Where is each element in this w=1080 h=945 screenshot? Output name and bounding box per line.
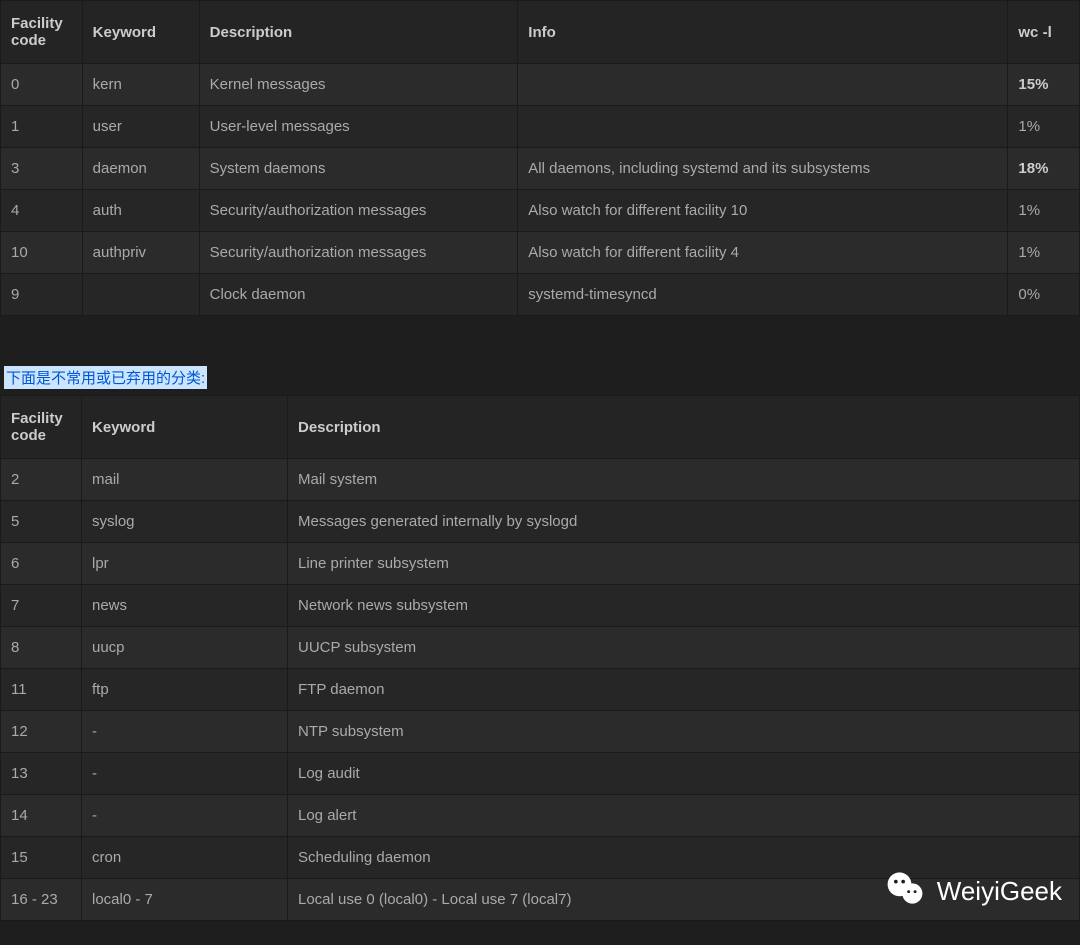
table-row: 2mailMail system — [1, 459, 1079, 500]
cell-description: Network news subsystem — [288, 585, 1079, 626]
table-row: 14-Log alert — [1, 795, 1079, 836]
table-row: 13-Log audit — [1, 753, 1079, 794]
cell-keyword: daemon — [83, 148, 199, 189]
header-description: Description — [200, 1, 518, 63]
cell-code: 1 — [1, 106, 82, 147]
cell-keyword: - — [82, 711, 287, 752]
cell-description: UUCP subsystem — [288, 627, 1079, 668]
cell-keyword: syslog — [82, 501, 287, 542]
table-row: 1userUser-level messages 1% — [1, 106, 1079, 147]
cell-keyword: uucp — [82, 627, 287, 668]
header-keyword: Keyword — [82, 396, 287, 458]
cell-description: Local use 0 (local0) - Local use 7 (loca… — [288, 879, 1079, 920]
cell-code: 12 — [1, 711, 81, 752]
cell-keyword: lpr — [82, 543, 287, 584]
header-description: Description — [288, 396, 1079, 458]
table-header-row: Facility code Keyword Description — [1, 396, 1079, 458]
table-row: 6lprLine printer subsystem — [1, 543, 1079, 584]
deprecated-section-label: 下面是不常用或已弃用的分类: — [4, 366, 207, 389]
cell-description: System daemons — [200, 148, 518, 189]
cell-info: Also watch for different facility 4 — [518, 232, 1007, 273]
cell-description: Scheduling daemon — [288, 837, 1079, 878]
table-row: 0kernKernel messages 15% — [1, 64, 1079, 105]
cell-code: 16 - 23 — [1, 879, 81, 920]
cell-code: 0 — [1, 64, 82, 105]
cell-code: 4 — [1, 190, 82, 231]
cell-code: 7 — [1, 585, 81, 626]
cell-code: 11 — [1, 669, 81, 710]
cell-keyword: ftp — [82, 669, 287, 710]
cell-info: systemd-timesyncd — [518, 274, 1007, 315]
cell-keyword: auth — [83, 190, 199, 231]
cell-keyword: - — [82, 795, 287, 836]
table-row: 16 - 23local0 - 7Local use 0 (local0) - … — [1, 879, 1079, 920]
facility-table-deprecated: Facility code Keyword Description 2mailM… — [0, 395, 1080, 921]
table-row: 4authSecurity/authorization messagesAlso… — [1, 190, 1079, 231]
cell-description: Line printer subsystem — [288, 543, 1079, 584]
cell-wc: 15% — [1008, 64, 1079, 105]
cell-keyword: kern — [83, 64, 199, 105]
cell-info — [518, 106, 1007, 147]
table-row: 8uucpUUCP subsystem — [1, 627, 1079, 668]
cell-code: 3 — [1, 148, 82, 189]
cell-description: NTP subsystem — [288, 711, 1079, 752]
cell-info: All daemons, including systemd and its s… — [518, 148, 1007, 189]
cell-info: Also watch for different facility 10 — [518, 190, 1007, 231]
cell-description: FTP daemon — [288, 669, 1079, 710]
cell-keyword: news — [82, 585, 287, 626]
cell-keyword — [83, 274, 199, 315]
cell-code: 2 — [1, 459, 81, 500]
table-row: 11ftpFTP daemon — [1, 669, 1079, 710]
cell-description: Security/authorization messages — [200, 232, 518, 273]
cell-wc: 1% — [1008, 190, 1079, 231]
cell-code: 8 — [1, 627, 81, 668]
cell-keyword: user — [83, 106, 199, 147]
cell-code: 9 — [1, 274, 82, 315]
cell-description: Kernel messages — [200, 64, 518, 105]
cell-code: 15 — [1, 837, 81, 878]
table-row: 5syslogMessages generated internally by … — [1, 501, 1079, 542]
cell-description: User-level messages — [200, 106, 518, 147]
cell-description: Log audit — [288, 753, 1079, 794]
table-row: 3daemonSystem daemonsAll daemons, includ… — [1, 148, 1079, 189]
cell-keyword: mail — [82, 459, 287, 500]
cell-info — [518, 64, 1007, 105]
cell-wc: 0% — [1008, 274, 1079, 315]
table-row: 7newsNetwork news subsystem — [1, 585, 1079, 626]
cell-wc: 1% — [1008, 106, 1079, 147]
header-info: Info — [518, 1, 1007, 63]
cell-wc: 1% — [1008, 232, 1079, 273]
cell-code: 6 — [1, 543, 81, 584]
cell-description: Log alert — [288, 795, 1079, 836]
table-row: 10authprivSecurity/authorization message… — [1, 232, 1079, 273]
cell-description: Mail system — [288, 459, 1079, 500]
cell-description: Security/authorization messages — [200, 190, 518, 231]
cell-wc: 18% — [1008, 148, 1079, 189]
cell-keyword: authpriv — [83, 232, 199, 273]
cell-code: 5 — [1, 501, 81, 542]
cell-description: Clock daemon — [200, 274, 518, 315]
cell-keyword: - — [82, 753, 287, 794]
header-code: Facility code — [1, 1, 82, 63]
header-code: Facility code — [1, 396, 81, 458]
cell-description: Messages generated internally by syslogd — [288, 501, 1079, 542]
cell-keyword: local0 - 7 — [82, 879, 287, 920]
cell-keyword: cron — [82, 837, 287, 878]
cell-code: 14 — [1, 795, 81, 836]
header-keyword: Keyword — [83, 1, 199, 63]
table-header-row: Facility code Keyword Description Info w… — [1, 1, 1079, 63]
header-wc: wc -l — [1008, 1, 1079, 63]
table-row: 9 Clock daemonsystemd-timesyncd0% — [1, 274, 1079, 315]
cell-code: 10 — [1, 232, 82, 273]
facility-table-main: Facility code Keyword Description Info w… — [0, 0, 1080, 316]
table-row: 12-NTP subsystem — [1, 711, 1079, 752]
table-row: 15cronScheduling daemon — [1, 837, 1079, 878]
cell-code: 13 — [1, 753, 81, 794]
